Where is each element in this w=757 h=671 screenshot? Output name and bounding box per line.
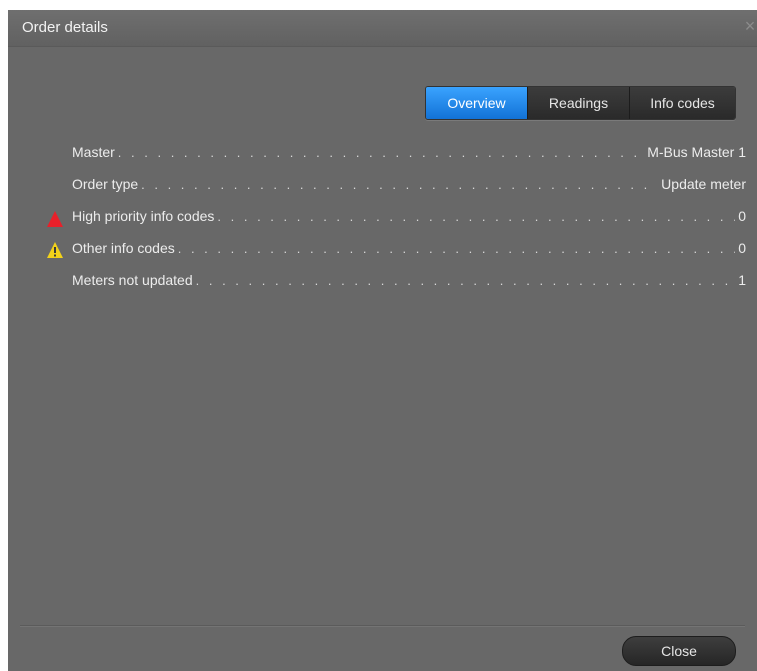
row-label: Meters not updated: [72, 272, 193, 288]
leader-dots: . . . . . . . . . . . . . . . . . . . . …: [217, 209, 735, 224]
row-value: Update meter: [661, 176, 746, 192]
row-order-type: Order type . . . . . . . . . . . . . . .…: [72, 176, 746, 198]
leader-dots: . . . . . . . . . . . . . . . . . . . . …: [141, 177, 658, 192]
row-label: Master: [72, 144, 115, 160]
row-label: High priority info codes: [72, 208, 215, 224]
tab-readings[interactable]: Readings: [528, 87, 630, 119]
tab-info-codes[interactable]: Info codes: [630, 87, 735, 119]
row-value: M-Bus Master 1: [647, 144, 746, 160]
dialog-title: Order details: [22, 19, 108, 36]
leader-dots: . . . . . . . . . . . . . . . . . . . . …: [117, 145, 644, 160]
tab-overview[interactable]: Overview: [426, 87, 528, 119]
leader-dots: . . . . . . . . . . . . . . . . . . . . …: [177, 241, 735, 256]
row-other-info-codes: Other info codes . . . . . . . . . . . .…: [72, 240, 746, 262]
close-button[interactable]: Close: [622, 636, 736, 666]
close-icon[interactable]: ×: [743, 16, 757, 37]
row-value: 0: [738, 208, 746, 224]
yellow-warning-icon: [47, 242, 63, 258]
tab-bar: Overview Readings Info codes: [425, 86, 736, 120]
row-meters-not-updated: Meters not updated . . . . . . . . . . .…: [72, 272, 746, 294]
row-value: 1: [738, 272, 746, 288]
dialog-titlebar: Order details ×: [8, 10, 757, 47]
row-high-priority-info-codes: High priority info codes . . . . . . . .…: [72, 208, 746, 230]
row-label: Other info codes: [72, 240, 175, 256]
leader-dots: . . . . . . . . . . . . . . . . . . . . …: [195, 273, 736, 288]
footer-divider: [20, 625, 745, 627]
row-label: Order type: [72, 176, 139, 192]
order-details-dialog: Order details × Overview Readings Info c…: [8, 10, 757, 671]
row-value: 0: [738, 240, 746, 256]
red-warning-icon: [47, 211, 63, 227]
row-master: Master . . . . . . . . . . . . . . . . .…: [72, 144, 746, 166]
